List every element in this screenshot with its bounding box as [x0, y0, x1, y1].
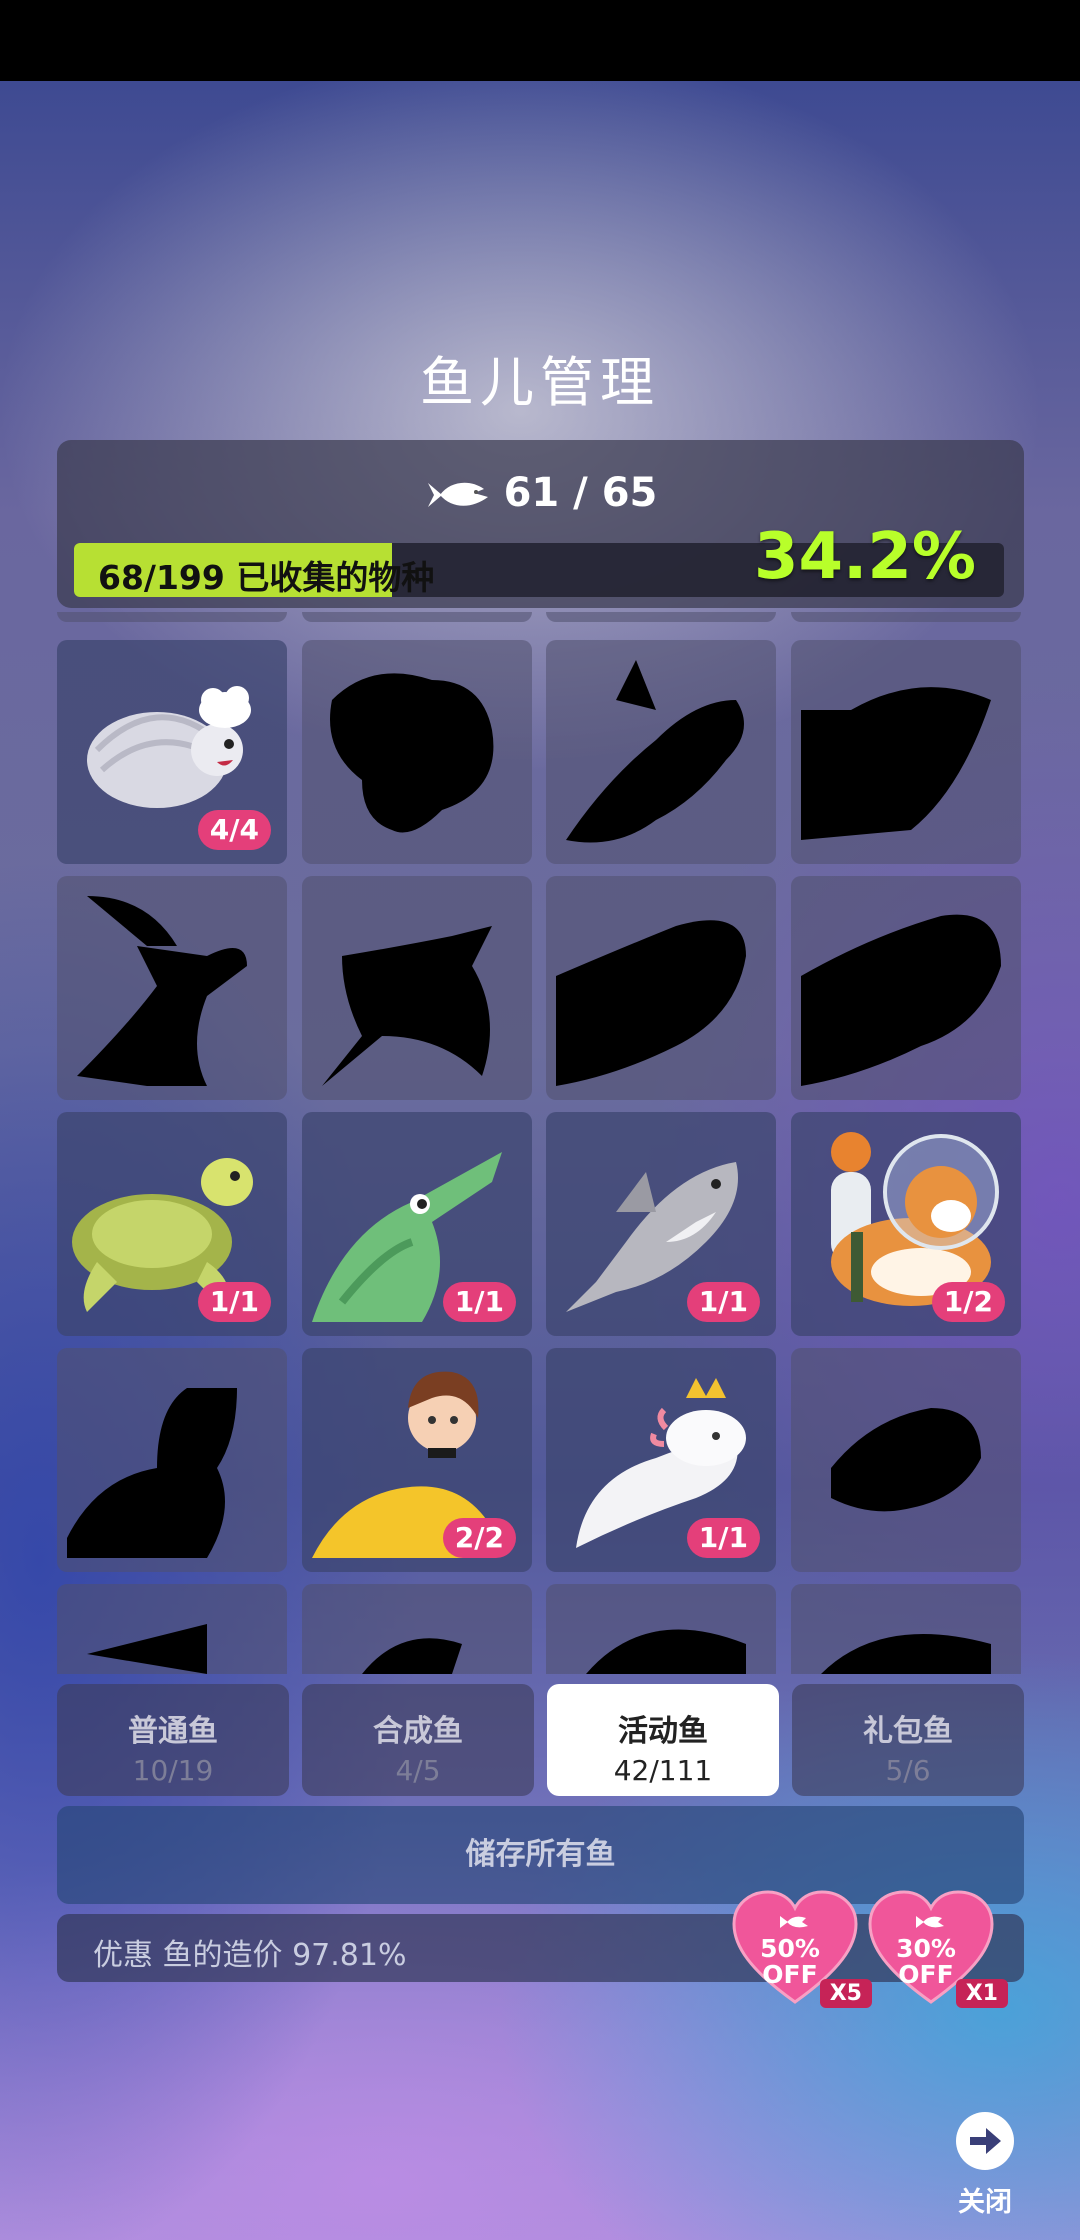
fish-count: 61 / 65	[57, 470, 1024, 516]
fish-tile-axolotl-king[interactable]: 1/1	[546, 1348, 776, 1572]
fish-silhouette-icon	[77, 896, 247, 1086]
species-progress-percent: 34.2%	[753, 520, 976, 594]
fish-tile-locked[interactable]	[302, 640, 532, 864]
fish-count-badge: 1/1	[442, 1282, 516, 1322]
fish-silhouette-icon	[362, 1638, 462, 1674]
offer-percent-value: 30%	[896, 1934, 956, 1963]
fish-count-badge: 4/4	[197, 810, 271, 850]
fish-count-badge: 1/1	[197, 1282, 271, 1322]
fish-tile-locked[interactable]	[546, 876, 776, 1100]
offer-heart-50[interactable]: 50% OFF X5	[730, 1890, 872, 2010]
fish-tile-locked[interactable]	[546, 1584, 776, 1674]
fish-tile-corgi-astronaut[interactable]: 1/2	[791, 1112, 1021, 1336]
fish-tile-sea-turtle[interactable]: 1/1	[57, 1112, 287, 1336]
fish-tile-partial[interactable]	[57, 612, 287, 622]
fish-silhouette-icon	[831, 1408, 981, 1512]
tab-label: 活动鱼	[618, 1714, 708, 1749]
tab-normal-fish[interactable]: 普通鱼 10/19	[57, 1684, 289, 1796]
offer-multiplier: X5	[819, 1979, 872, 2008]
species-progress-label: 68/199 已收集的物种	[98, 558, 435, 597]
tab-label: 合成鱼	[373, 1714, 463, 1749]
offer-off-label: OFF	[898, 1960, 954, 1989]
fish-tile-locked[interactable]	[546, 640, 776, 864]
fish-count-badge: 1/1	[686, 1282, 760, 1322]
tab-count: 42/111	[613, 1754, 713, 1787]
collection-stats-panel: 61 / 65 68/199 已收集的物种 34.2%	[57, 440, 1024, 608]
fish-tile-locked[interactable]	[302, 876, 532, 1100]
tab-count: 4/5	[395, 1754, 441, 1787]
fish-tile-locked[interactable]	[302, 1584, 532, 1674]
fish-tile-locked[interactable]	[57, 1348, 287, 1572]
fish-tile-locked[interactable]	[791, 1584, 1021, 1674]
fish-silhouette-icon	[821, 1634, 991, 1674]
fish-silhouette-icon	[67, 1388, 237, 1558]
tab-merged-fish[interactable]: 合成鱼 4/5	[302, 1684, 534, 1796]
fish-count-badge: 2/2	[442, 1518, 516, 1558]
status-bar	[0, 0, 1080, 81]
fish-silhouette-icon	[801, 687, 991, 840]
fish-silhouette-icon	[87, 1624, 207, 1674]
fish-tile-mermaid[interactable]: 2/2	[302, 1348, 532, 1572]
category-tabs: 普通鱼 10/19 合成鱼 4/5 活动鱼 42/111 礼包鱼 5/6	[57, 1684, 1024, 1796]
fish-tile-locked[interactable]	[57, 876, 287, 1100]
fish-tile-shark[interactable]: 1/1	[546, 1112, 776, 1336]
page-title: 鱼儿管理	[420, 351, 660, 414]
fish-count-badge: 1/2	[931, 1282, 1005, 1322]
fish-count-value: 61 / 65	[503, 470, 658, 516]
fish-silhouette-icon	[566, 660, 744, 843]
arrow-right-circle-icon	[956, 2112, 1014, 2170]
fish-tile-locked[interactable]	[57, 1584, 287, 1674]
fish-silhouette-icon	[330, 673, 494, 833]
fish-icon	[427, 482, 488, 507]
fish-silhouette-icon	[556, 920, 746, 1086]
tab-count: 10/19	[132, 1754, 214, 1787]
fish-tile-partial[interactable]	[546, 612, 776, 622]
tab-label: 普通鱼	[128, 1714, 218, 1749]
tab-count: 5/6	[885, 1754, 931, 1787]
offer-multiplier: X1	[955, 1979, 1008, 2008]
offer-percent-value: 50%	[760, 1934, 820, 1963]
fish-grid[interactable]: 4/4 1/1 1/1 1/1 1/2 2/2 1/1	[57, 612, 1024, 1674]
fish-tile-partial[interactable]	[302, 612, 532, 622]
fish-silhouette-icon	[801, 914, 1001, 1086]
fish-silhouette-icon	[322, 926, 492, 1086]
fish-tile-crocodile[interactable]: 1/1	[302, 1112, 532, 1336]
fish-tile-isopod-chef[interactable]: 4/4	[57, 640, 287, 864]
discount-text: 优惠 鱼的造价 97.81%	[93, 1938, 407, 1973]
offer-off-label: OFF	[762, 1960, 818, 1989]
close-label: 关闭	[958, 2187, 1012, 2218]
tab-event-fish[interactable]: 活动鱼 42/111	[547, 1684, 779, 1796]
fish-tile-locked[interactable]	[791, 640, 1021, 864]
fish-tile-locked[interactable]	[791, 1348, 1021, 1572]
fish-tile-partial[interactable]	[791, 612, 1021, 622]
offer-heart-30[interactable]: 30% OFF X1	[866, 1890, 1008, 2010]
fish-silhouette-icon	[586, 1629, 746, 1674]
fish-tile-locked[interactable]	[791, 876, 1021, 1100]
close-button[interactable]: 关闭	[950, 2110, 1020, 2220]
tab-gift-fish[interactable]: 礼包鱼 5/6	[792, 1684, 1024, 1796]
fish-count-badge: 1/1	[686, 1518, 760, 1558]
tab-label: 礼包鱼	[863, 1714, 953, 1749]
